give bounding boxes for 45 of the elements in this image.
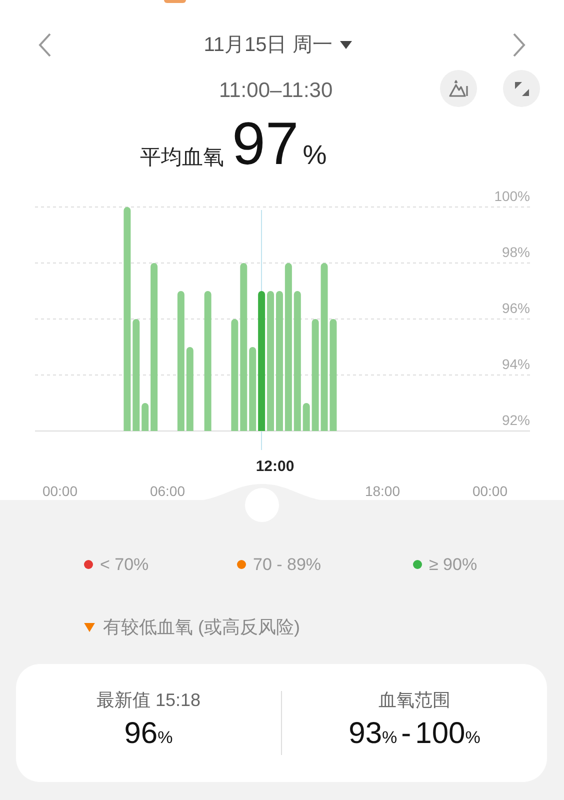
low-oxygen-note: 有较低血氧 (或高反风险) bbox=[103, 616, 300, 639]
bar[interactable] bbox=[320, 263, 328, 431]
x-axis-label: 00:00 bbox=[472, 483, 508, 499]
bar[interactable] bbox=[177, 291, 184, 431]
selected-time-label: 12:00 bbox=[256, 458, 294, 475]
average-label: 平均血氧 bbox=[140, 145, 224, 171]
y-axis-label: 94% bbox=[502, 356, 530, 372]
percent-unit: % bbox=[302, 139, 327, 172]
x-axis-label: 06:00 bbox=[150, 483, 186, 499]
x-axis-label: 18:00 bbox=[364, 483, 400, 499]
legend-label: 70 - 89% bbox=[253, 554, 322, 576]
tab-indicator bbox=[164, 0, 186, 3]
summary-label: 血氧范围 bbox=[378, 689, 450, 712]
bar[interactable] bbox=[240, 263, 248, 431]
bar[interactable] bbox=[276, 291, 283, 431]
bar[interactable] bbox=[142, 403, 149, 431]
x-axis-label: 00:00 bbox=[42, 483, 78, 499]
bar[interactable] bbox=[330, 319, 337, 431]
legend-label: ≥ 90% bbox=[429, 554, 478, 576]
time-range: 11:00–11:30 bbox=[219, 78, 333, 104]
bar[interactable] bbox=[302, 403, 310, 431]
bar[interactable] bbox=[231, 319, 238, 431]
date-dropdown[interactable]: 11月15日 周一 bbox=[204, 30, 352, 60]
summary-value: 96% bbox=[124, 716, 173, 752]
caret-icon bbox=[340, 40, 352, 50]
bar[interactable] bbox=[267, 291, 274, 431]
expand-button[interactable] bbox=[503, 70, 540, 107]
legend-label: < 70% bbox=[100, 554, 149, 576]
bar[interactable] bbox=[249, 347, 256, 431]
expand-icon bbox=[514, 82, 528, 96]
y-axis-label: 98% bbox=[502, 244, 530, 260]
average-value: 97 bbox=[232, 112, 299, 176]
bar[interactable] bbox=[284, 263, 292, 431]
bar[interactable] bbox=[124, 207, 131, 431]
bar[interactable] bbox=[204, 291, 212, 431]
y-axis-label: 96% bbox=[502, 300, 530, 316]
warning-triangle-icon bbox=[84, 623, 95, 632]
y-axis-label: 92% bbox=[502, 412, 530, 428]
y-axis-label: 100% bbox=[494, 188, 530, 204]
mountain-chart-icon bbox=[448, 80, 468, 98]
bar[interactable] bbox=[186, 347, 194, 431]
chart-style-button[interactable] bbox=[440, 70, 477, 107]
bar[interactable] bbox=[258, 291, 266, 431]
summary-value: 93%-100% bbox=[348, 716, 480, 752]
summary-label: 最新值 15:18 bbox=[96, 689, 201, 712]
